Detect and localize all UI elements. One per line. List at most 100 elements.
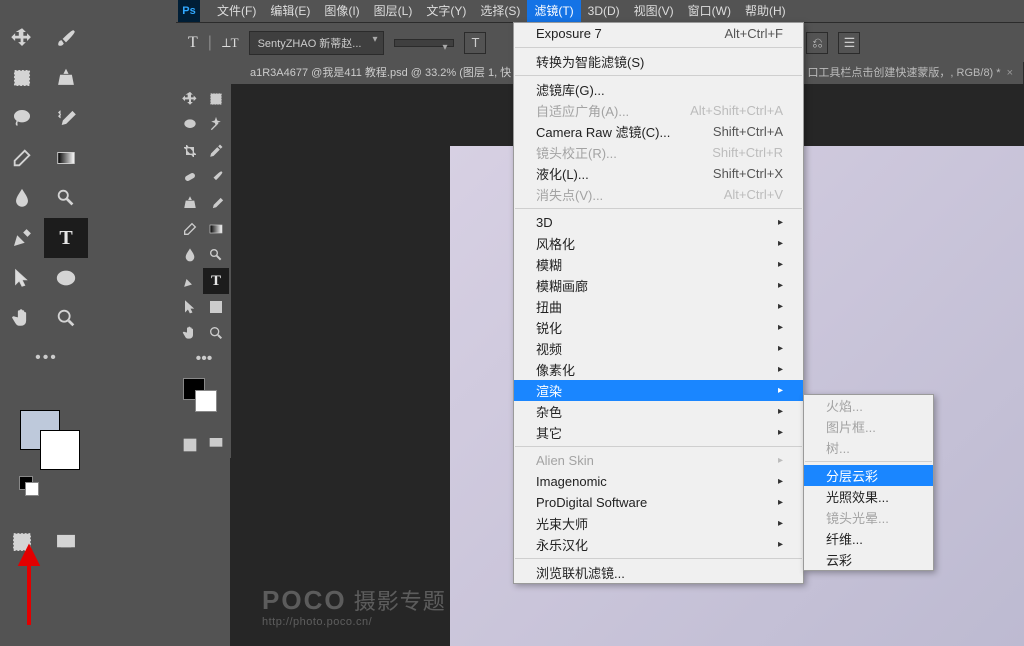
menu-item[interactable]: 像素化 bbox=[514, 359, 803, 380]
menu-图层[interactable]: 图层(L) bbox=[367, 0, 420, 22]
eyedropper-icon[interactable] bbox=[203, 138, 229, 164]
menu-item[interactable]: 渲染 bbox=[514, 380, 803, 401]
dodge-tool-icon[interactable] bbox=[203, 242, 229, 268]
ellipse-shape-icon[interactable] bbox=[44, 258, 88, 298]
document-tab[interactable]: 口工具栏点击创建快速蒙版，, RGB/8) * × bbox=[797, 62, 1024, 84]
menu-item[interactable]: 模糊 bbox=[514, 254, 803, 275]
crop-tool-icon[interactable] bbox=[177, 138, 203, 164]
zoom-tool-icon[interactable] bbox=[44, 298, 88, 338]
menu-item[interactable]: 视频 bbox=[514, 338, 803, 359]
quick-mask-icon[interactable] bbox=[177, 432, 203, 458]
menu-文件[interactable]: 文件(F) bbox=[210, 0, 263, 22]
text-warp-icon[interactable]: ⎌ bbox=[806, 32, 828, 54]
gradient-tool-icon[interactable] bbox=[44, 138, 88, 178]
menu-滤镜[interactable]: 滤镜(T) bbox=[527, 0, 580, 22]
text-align-icon[interactable]: T bbox=[464, 32, 486, 54]
font-style-select[interactable] bbox=[394, 39, 454, 47]
type-tool-icon[interactable]: T bbox=[203, 268, 229, 294]
menu-item[interactable]: 光照效果... bbox=[804, 486, 933, 507]
marquee-tool-icon[interactable] bbox=[203, 86, 229, 112]
type-tool-icon[interactable]: T bbox=[44, 218, 88, 258]
secondary-swatches[interactable] bbox=[177, 376, 231, 430]
document-tab[interactable]: a1R3A4677 @我是411 教程.psd @ 33.2% (图层 1, 快 bbox=[240, 62, 522, 84]
move-tool-icon[interactable] bbox=[177, 86, 203, 112]
blur-tool-icon[interactable] bbox=[177, 242, 203, 268]
hand-tool-icon[interactable] bbox=[177, 320, 203, 346]
menu-item[interactable]: 光束大师 bbox=[514, 513, 803, 534]
secondary-toolbar: T ••• bbox=[177, 82, 231, 458]
gradient-tool-icon[interactable] bbox=[203, 216, 229, 242]
menu-item[interactable]: Imagenomic bbox=[514, 471, 803, 492]
text-panel-icon[interactable]: ☰ bbox=[838, 32, 860, 54]
menu-视图[interactable]: 视图(V) bbox=[627, 0, 681, 22]
hand-tool-icon[interactable] bbox=[0, 298, 44, 338]
document-tab-title: 口工具栏点击创建快速蒙版，, RGB/8) * bbox=[807, 67, 1000, 79]
menu-文字[interactable]: 文字(Y) bbox=[419, 0, 473, 22]
brush-tool-icon[interactable] bbox=[203, 164, 229, 190]
zoom-tool-icon[interactable] bbox=[203, 320, 229, 346]
path-select-icon[interactable] bbox=[0, 258, 44, 298]
menu-item[interactable]: 液化(L)...Shift+Ctrl+X bbox=[514, 163, 803, 184]
eraser-tool-icon[interactable] bbox=[0, 138, 44, 178]
default-colors-icon[interactable] bbox=[19, 476, 39, 494]
background-color[interactable] bbox=[40, 430, 80, 470]
menu-item[interactable]: 扭曲 bbox=[514, 296, 803, 317]
type-preset-icon[interactable]: T bbox=[188, 34, 198, 52]
dodge-tool-icon[interactable] bbox=[44, 178, 88, 218]
menu-item[interactable]: 浏览联机滤镜... bbox=[514, 562, 803, 583]
menu-item[interactable]: 永乐汉化 bbox=[514, 534, 803, 555]
menu-选择[interactable]: 选择(S) bbox=[473, 0, 527, 22]
app-logo[interactable]: Ps bbox=[178, 0, 200, 22]
menu-窗口[interactable]: 窗口(W) bbox=[681, 0, 738, 22]
blur-tool-icon[interactable] bbox=[0, 178, 44, 218]
menu-3D[interactable]: 3D(D) bbox=[581, 0, 627, 22]
font-family-select[interactable]: SentyZHAO 新蒂赵... bbox=[249, 31, 385, 55]
lasso-tool-icon[interactable] bbox=[177, 112, 203, 138]
menu-item[interactable]: 分层云彩 bbox=[804, 465, 933, 486]
menu-item[interactable]: 杂色 bbox=[514, 401, 803, 422]
clone-stamp-icon[interactable] bbox=[44, 58, 88, 98]
document-tab-title: a1R3A4677 @我是411 教程.psd @ 33.2% (图层 1, 快 bbox=[250, 67, 511, 79]
heal-tool-icon[interactable] bbox=[177, 164, 203, 190]
screen-mode-icon[interactable] bbox=[44, 520, 88, 564]
marquee-tool-icon[interactable] bbox=[0, 58, 44, 98]
more-tools-icon[interactable]: ••• bbox=[0, 338, 93, 378]
menu-item[interactable]: 滤镜库(G)... bbox=[514, 79, 803, 100]
menu-帮助[interactable]: 帮助(H) bbox=[738, 0, 793, 22]
menu-编辑[interactable]: 编辑(E) bbox=[263, 0, 317, 22]
shape-tool-icon[interactable] bbox=[203, 294, 229, 320]
menu-图像[interactable]: 图像(I) bbox=[317, 0, 366, 22]
lasso-tool-icon[interactable] bbox=[0, 98, 44, 138]
move-tool-icon[interactable] bbox=[0, 18, 44, 58]
menu-item: 自适应广角(A)...Alt+Shift+Ctrl+A bbox=[514, 100, 803, 121]
menu-item[interactable]: Camera Raw 滤镜(C)...Shift+Ctrl+A bbox=[514, 121, 803, 142]
pen-tool-icon[interactable] bbox=[0, 218, 44, 258]
filter-menu: Exposure 7Alt+Ctrl+F 转换为智能滤镜(S) 滤镜库(G)...自… bbox=[513, 22, 804, 584]
menu-item[interactable]: 纤维... bbox=[804, 528, 933, 549]
watermark: POCO 摄影专题 http://photo.poco.cn/ bbox=[262, 584, 446, 628]
history-brush-icon[interactable] bbox=[203, 190, 229, 216]
menu-item[interactable]: ProDigital Software bbox=[514, 492, 803, 513]
menu-item[interactable]: 模糊画廊 bbox=[514, 275, 803, 296]
close-icon[interactable]: × bbox=[1007, 67, 1013, 79]
brush-tool-icon[interactable] bbox=[44, 18, 88, 58]
menu-item: 图片框... bbox=[804, 416, 933, 437]
more-tools-icon[interactable]: ••• bbox=[177, 350, 231, 368]
menu-item[interactable]: 其它 bbox=[514, 422, 803, 443]
menu-item[interactable]: 风格化 bbox=[514, 233, 803, 254]
screen-mode-icon[interactable] bbox=[203, 430, 229, 456]
stamp-tool-icon[interactable] bbox=[177, 190, 203, 216]
orientation-icon[interactable]: ⟂T bbox=[222, 35, 239, 51]
wand-tool-icon[interactable] bbox=[203, 112, 229, 138]
menu-item[interactable]: 转换为智能滤镜(S) bbox=[514, 51, 803, 72]
color-swatches[interactable] bbox=[0, 406, 93, 486]
path-select-icon[interactable] bbox=[177, 294, 203, 320]
menu-item[interactable]: 3D bbox=[514, 212, 803, 233]
menu-item: 消失点(V)...Alt+Ctrl+V bbox=[514, 184, 803, 205]
history-brush-icon[interactable] bbox=[44, 98, 88, 138]
menu-item[interactable]: 云彩 bbox=[804, 549, 933, 570]
menu-item[interactable]: Exposure 7Alt+Ctrl+F bbox=[514, 23, 803, 44]
menu-item[interactable]: 锐化 bbox=[514, 317, 803, 338]
eraser-tool-icon[interactable] bbox=[177, 216, 203, 242]
pen-tool-icon[interactable] bbox=[177, 268, 203, 294]
